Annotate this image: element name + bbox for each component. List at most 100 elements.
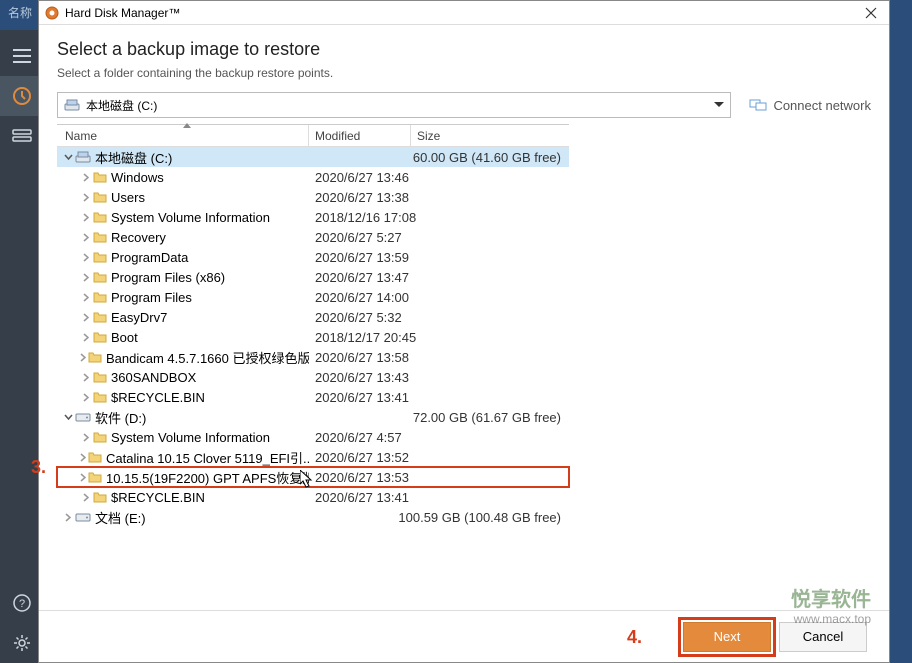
node-size: 60.00 GB (41.60 GB free) [407, 150, 569, 165]
node-modified: 2018/12/16 17:08 [309, 210, 411, 225]
chevron-right-icon[interactable] [79, 393, 93, 402]
chevron-right-icon[interactable] [79, 473, 88, 482]
tree-row[interactable]: 软件 (D:)72.00 GB (61.67 GB free) [57, 407, 569, 427]
node-name: $RECYCLE.BIN [111, 390, 205, 405]
folder-icon [93, 191, 107, 203]
path-value: 本地磁盘 (C:) [86, 97, 157, 114]
node-name: EasyDrv7 [111, 310, 167, 325]
titlebar: Hard Disk Manager™ [39, 1, 889, 25]
folder-icon [93, 391, 107, 403]
bg-name-label: 名称 [0, 0, 40, 25]
tree-row[interactable]: Boot2018/12/17 20:45 [57, 327, 569, 347]
app-title: Hard Disk Manager™ [65, 6, 180, 20]
node-modified: 2020/6/27 13:53 [309, 470, 411, 485]
restore-dialog: Hard Disk Manager™ Select a backup image… [38, 0, 890, 663]
disk-icon [75, 411, 91, 423]
chevron-right-icon[interactable] [79, 233, 93, 242]
node-modified: 2018/12/17 20:45 [309, 330, 411, 345]
node-name: ProgramData [111, 250, 188, 265]
tree-row[interactable]: $RECYCLE.BIN 2020/6/27 13:41 [57, 487, 569, 507]
connect-network-link[interactable]: Connect network [749, 98, 871, 113]
node-modified: 2020/6/27 13:43 [309, 370, 411, 385]
chevron-right-icon[interactable] [79, 453, 88, 462]
node-name: System Volume Information [111, 210, 270, 225]
chevron-right-icon[interactable] [79, 293, 93, 302]
tree-row[interactable]: System Volume Information 2018/12/16 17:0… [57, 207, 569, 227]
tree-row[interactable]: 文档 (E:)100.59 GB (100.48 GB free) [57, 507, 569, 527]
cancel-button[interactable]: Cancel [779, 622, 867, 652]
chevron-right-icon[interactable] [79, 193, 93, 202]
annotation-step4: 4. [627, 627, 642, 648]
node-modified: 2020/6/27 13:47 [309, 270, 411, 285]
chevron-right-icon[interactable] [79, 253, 93, 262]
col-name[interactable]: Name [57, 125, 309, 146]
path-dropdown[interactable]: 本地磁盘 (C:) [57, 92, 731, 118]
app-icon [45, 6, 59, 20]
chevron-right-icon[interactable] [61, 513, 75, 522]
next-button[interactable]: Next [683, 622, 771, 652]
folder-icon [88, 351, 102, 363]
node-modified: 2020/6/27 13:59 [309, 250, 411, 265]
node-modified: 2020/6/27 5:27 [309, 230, 411, 245]
node-modified: 2020/6/27 14:00 [309, 290, 411, 305]
tree-row[interactable]: Windows2020/6/27 13:46 [57, 167, 569, 187]
path-row: 本地磁盘 (C:) Connect network [57, 92, 871, 118]
tree-row[interactable]: Users2020/6/27 13:38 [57, 187, 569, 207]
help-icon: ? [13, 594, 31, 612]
folder-icon [93, 231, 107, 243]
chevron-right-icon[interactable] [79, 213, 93, 222]
node-name: Users [111, 190, 145, 205]
node-name: Program Files (x86) [111, 270, 225, 285]
tree-row[interactable]: System Volume Information2020/6/27 4:57 [57, 427, 569, 447]
tree-rows: 本地磁盘 (C:)60.00 GB (41.60 GB free)Windows… [57, 147, 569, 527]
chevron-down-icon[interactable] [61, 413, 75, 422]
node-name: Bandicam 4.5.7.1660 已授权绿色版 [106, 348, 309, 367]
folder-icon [93, 291, 107, 303]
node-name: $RECYCLE.BIN [111, 490, 205, 505]
chevron-right-icon[interactable] [79, 353, 88, 362]
tree-row[interactable]: Catalina 10.15 Clover 5119_EFI引...2020/6… [57, 447, 569, 467]
drives-icon [12, 129, 32, 143]
tree-row[interactable]: Bandicam 4.5.7.1660 已授权绿色版2020/6/27 13:5… [57, 347, 569, 367]
folder-icon [93, 211, 107, 223]
tree-row[interactable]: Program Files2020/6/27 14:00 [57, 287, 569, 307]
tree-row[interactable]: Recovery2020/6/27 5:27 [57, 227, 569, 247]
tree-row[interactable]: $RECYCLE.BIN2020/6/27 13:41 [57, 387, 569, 407]
chevron-right-icon[interactable] [79, 493, 93, 502]
node-name: System Volume Information [111, 430, 270, 445]
chevron-down-icon[interactable] [61, 153, 75, 162]
tree-row[interactable]: 10.15.5(19F2200) GPT APFS恢复版2020/6/27 13… [57, 467, 569, 487]
chevron-right-icon[interactable] [79, 273, 93, 282]
chevron-right-icon[interactable] [79, 173, 93, 182]
folder-icon [93, 311, 107, 323]
folder-icon [93, 251, 107, 263]
table-header: Name Modified Size [57, 125, 569, 147]
node-modified: 2020/6/27 13:52 [309, 450, 411, 465]
folder-icon [93, 271, 107, 283]
tree-row[interactable]: 360SANDBOX2020/6/27 13:43 [57, 367, 569, 387]
folder-icon [88, 471, 102, 483]
chevron-right-icon[interactable] [79, 313, 93, 322]
folder-icon [93, 331, 107, 343]
node-modified: 2020/6/27 5:32 [309, 310, 411, 325]
dialog-footer: 4. Next Cancel [39, 610, 889, 662]
close-icon [865, 7, 877, 19]
network-icon [749, 98, 767, 112]
svg-text:?: ? [19, 598, 25, 610]
chevron-right-icon[interactable] [79, 433, 93, 442]
drive-icon [75, 150, 91, 164]
tree-row[interactable]: 本地磁盘 (C:)60.00 GB (41.60 GB free) [57, 147, 569, 167]
node-modified: 2020/6/27 13:41 [309, 490, 411, 505]
chevron-right-icon[interactable] [79, 373, 93, 382]
dialog-heading: Select a backup image to restore [57, 39, 871, 60]
tree-row[interactable]: Program Files (x86) 2020/6/27 13:47 [57, 267, 569, 287]
close-button[interactable] [859, 3, 883, 23]
node-size: 72.00 GB (61.67 GB free) [407, 410, 569, 425]
tree-row[interactable]: EasyDrv7 2020/6/27 5:32 [57, 307, 569, 327]
node-name: Catalina 10.15 Clover 5119_EFI引... [106, 448, 309, 467]
chevron-right-icon[interactable] [79, 333, 93, 342]
chevron-down-icon [714, 102, 724, 108]
col-modified[interactable]: Modified [309, 125, 411, 146]
col-size[interactable]: Size [411, 125, 569, 146]
tree-row[interactable]: ProgramData 2020/6/27 13:59 [57, 247, 569, 267]
